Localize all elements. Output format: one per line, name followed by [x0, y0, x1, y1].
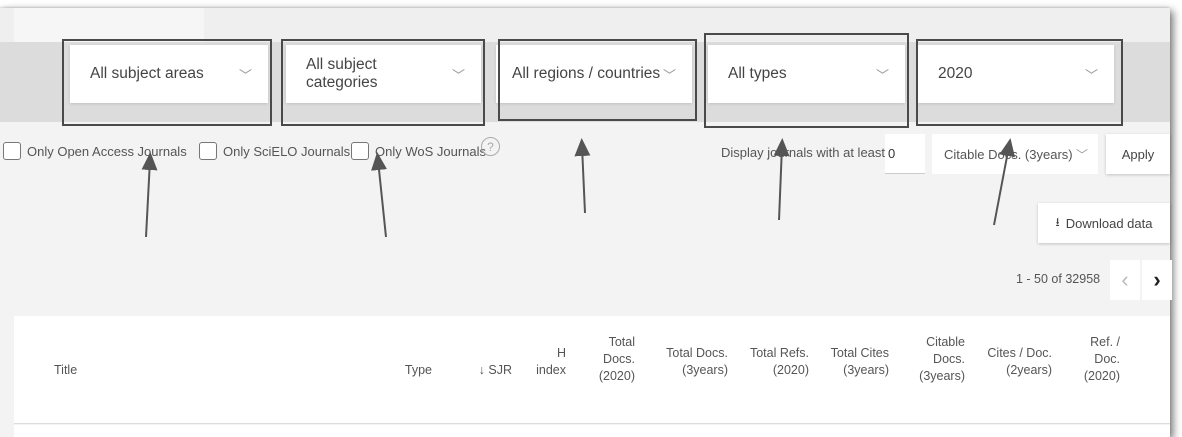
- wos-label: Only WoS Journals: [375, 143, 487, 159]
- types-dropdown[interactable]: All types ﹀: [708, 45, 905, 103]
- regions-countries-dropdown[interactable]: All regions / countries ﹀: [496, 45, 692, 103]
- column-header-total-cites[interactable]: Total Cites (3years): [809, 345, 889, 379]
- help-icon[interactable]: ?: [481, 137, 500, 156]
- chevron-down-icon: ﹀: [451, 67, 465, 83]
- download-data-button[interactable]: ⭳ Download data: [1038, 203, 1170, 243]
- subject-areas-dropdown[interactable]: All subject areas ﹀: [70, 45, 268, 103]
- column-header-total-docs[interactable]: Total Docs. (2020): [589, 334, 635, 385]
- download-icon: ⭳: [1055, 214, 1060, 229]
- open-access-checkbox[interactable]: Only Open Access Journals: [3, 142, 187, 160]
- subject-categories-value: All subject categories: [306, 56, 378, 91]
- chevron-right-icon[interactable]: ›: [1142, 260, 1172, 300]
- chevron-down-icon: ﹀: [238, 67, 252, 83]
- checkbox-box[interactable]: [351, 142, 369, 160]
- top-tab-area: [14, 8, 204, 42]
- scielo-label: Only SciELO Journals: [223, 143, 351, 159]
- min-citable-input[interactable]: [885, 134, 925, 174]
- min-citable-label: Display journals with at least: [721, 145, 886, 160]
- filter-options-row: Only Open Access Journals Only SciELO Jo…: [0, 134, 1182, 174]
- checkbox-box[interactable]: [3, 142, 21, 160]
- column-header-ref-per-doc[interactable]: Ref. / Doc. (2020): [1074, 334, 1120, 385]
- column-header-type[interactable]: Type: [392, 362, 432, 379]
- column-header-h-index[interactable]: H index: [524, 345, 566, 379]
- column-header-cites-per-doc[interactable]: Cites / Doc. (2years): [972, 345, 1052, 379]
- chevron-down-icon: ﹀: [875, 67, 889, 83]
- column-header-total-refs[interactable]: Total Refs. (2020): [729, 345, 809, 379]
- column-header-total-docs-3years[interactable]: Total Docs. (3years): [650, 345, 728, 379]
- column-header-citable-docs[interactable]: Citable Docs. (3years): [909, 334, 965, 385]
- wos-checkbox[interactable]: Only WoS Journals: [351, 142, 486, 160]
- chevron-down-icon: ﹀: [1084, 67, 1098, 83]
- download-data-label: Download data: [1065, 215, 1153, 231]
- checkbox-box[interactable]: [199, 142, 217, 160]
- subject-categories-dropdown[interactable]: All subject categories ﹀: [286, 45, 481, 103]
- chevron-down-icon: ﹀: [1075, 147, 1088, 162]
- chevron-down-icon: ﹀: [662, 67, 676, 83]
- citable-docs-select[interactable]: Citable Docs. (3years) ﹀: [932, 134, 1098, 174]
- regions-countries-value: All regions / countries: [512, 65, 661, 82]
- year-value: 2020: [938, 65, 973, 82]
- table-body: [14, 425, 1170, 437]
- table-header: Title Type ↓ SJR H index Total Docs. (20…: [14, 316, 1170, 424]
- open-access-label: Only Open Access Journals: [27, 143, 187, 159]
- year-dropdown[interactable]: 2020 ﹀: [918, 45, 1114, 103]
- pagination-range: 1 - 50 of 32958: [1016, 272, 1101, 286]
- column-header-title[interactable]: Title: [54, 362, 77, 379]
- scielo-checkbox[interactable]: Only SciELO Journals: [199, 142, 350, 160]
- top-strip: [0, 8, 1170, 42]
- column-header-sjr[interactable]: ↓ SJR: [466, 362, 512, 379]
- apply-button[interactable]: Apply: [1106, 134, 1170, 174]
- types-value: All types: [728, 65, 787, 82]
- subject-areas-value: All subject areas: [90, 65, 204, 82]
- citable-docs-value: Citable Docs. (3years): [944, 146, 1073, 162]
- chevron-left-icon[interactable]: ‹: [1110, 260, 1140, 300]
